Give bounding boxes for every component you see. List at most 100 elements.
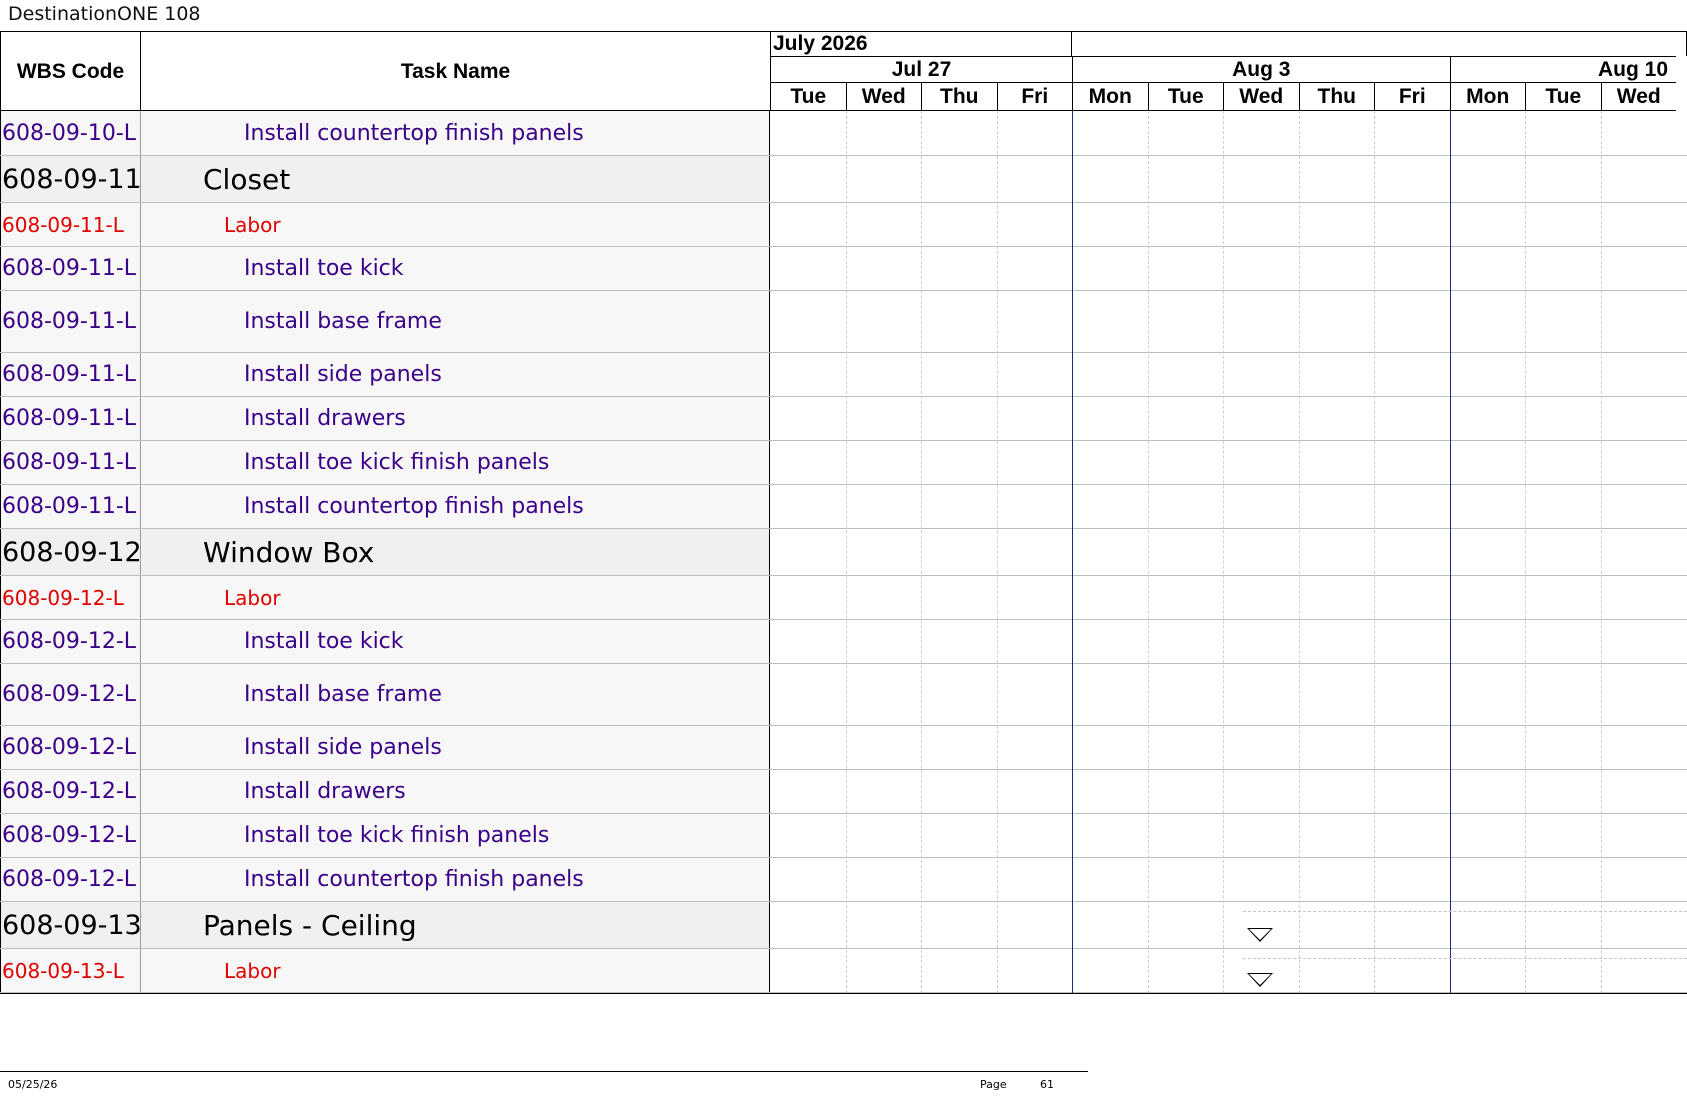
task-row[interactable]: 608-09-12-L (Install base frame [0,664,1687,726]
group-row[interactable]: 608-09-13 Panels - Ceiling [0,902,1687,949]
wbs-code-cell[interactable]: 608-09-13-L [0,949,141,992]
wbs-code-cell[interactable]: 608-09-12-L ( [0,770,141,813]
task-column-header[interactable]: Task Name [141,32,770,111]
wbs-code-cell[interactable]: 608-09-11-L ( [0,485,141,528]
timeline-row-area[interactable] [770,353,1687,396]
timeline-row-area[interactable] [770,858,1687,901]
wbs-code-cell[interactable]: 608-09-12-L ( [0,664,141,725]
timeline-row-area[interactable] [770,576,1687,619]
task-name-cell[interactable]: Labor [141,576,770,619]
labor-row[interactable]: 608-09-13-L Labor [0,949,1687,993]
day-label: Mon [1449,82,1525,111]
task-row[interactable]: 608-09-11-L (Install countertop finish p… [0,485,1687,529]
timeline-row-area[interactable] [770,664,1687,725]
timeline-row-area[interactable] [770,397,1687,440]
timeline-row-area[interactable] [770,726,1687,769]
timeline-row-area[interactable] [770,203,1687,246]
day-gridline [921,111,922,993]
task-name-cell[interactable]: Install toe kick finish panels [141,441,770,484]
task-name-cell[interactable]: Install toe kick [141,247,770,290]
day-label: Mon [1072,82,1148,111]
task-name-cell[interactable]: Install toe kick [141,620,770,663]
day-gridline [1600,111,1602,993]
sheet-bottom-border [0,993,1687,994]
wbs-code-cell[interactable]: 608-09-11-L ( [0,247,141,290]
task-name-cell[interactable]: Window Box [141,529,770,575]
task-name-cell[interactable]: Labor [141,949,770,992]
wbs-code-cell[interactable]: 608-09-12-L ( [0,858,141,901]
timeline-row-area[interactable] [770,949,1687,992]
day-label: Wed [845,82,921,111]
timeline-row-area[interactable] [770,902,1687,948]
wbs-code-cell[interactable]: 608-09-12-L ( [0,620,141,663]
timeline-row-area[interactable] [770,111,1687,155]
wbs-code-cell[interactable]: 608-09-13 [0,902,141,948]
timeline-row-area[interactable] [770,529,1687,575]
task-name-cell[interactable]: Install side panels [141,353,770,396]
wbs-code-cell[interactable]: 608-09-10-L ( [0,111,141,155]
task-name-cell[interactable]: Install countertop finish panels [141,858,770,901]
task-name-cell[interactable]: Install drawers [141,397,770,440]
task-row[interactable]: 608-09-11-L (Install toe kick [0,247,1687,291]
month-label: July 2026 [770,31,1072,56]
timeline-row-area[interactable] [770,814,1687,857]
task-name-cell[interactable]: Closet [141,156,770,202]
wbs-code-cell[interactable]: 608-09-12-L ( [0,814,141,857]
task-row[interactable]: 608-09-10-L (Install countertop finish p… [0,111,1687,156]
timeline-row-area[interactable] [770,441,1687,484]
task-name-cell[interactable]: Install toe kick finish panels [141,814,770,857]
day-label: Fri [1374,82,1450,111]
wbs-code-cell[interactable]: 608-09-11-L ( [0,291,141,352]
timeline-header: July 2026 Jul 27 Aug 3 Aug 10 Tue Wed Thu Fri Mo… [770,31,1687,111]
task-name-cell[interactable]: Install countertop finish panels [141,485,770,528]
task-name-cell[interactable]: Install side panels [141,726,770,769]
day-label: Tue [770,82,846,111]
milestone-marker-icon[interactable] [1247,927,1273,942]
day-label: Tue [1525,82,1601,111]
timeline-row-area[interactable] [770,291,1687,352]
task-row[interactable]: 608-09-12-L (Install toe kick [0,620,1687,664]
task-name-cell[interactable]: Install base frame [141,291,770,352]
wbs-code-cell[interactable]: 608-09-11-L ( [0,441,141,484]
wbs-code-cell[interactable]: 608-09-12-L ( [0,726,141,769]
wbs-code-cell[interactable]: 608-09-12-L [0,576,141,619]
timeline-row-area[interactable] [770,770,1687,813]
day-label: Wed [1223,82,1299,111]
wbs-code-cell[interactable]: 608-09-11-L ( [0,353,141,396]
task-row[interactable]: 608-09-11-L (Install toe kick finish pan… [0,441,1687,485]
task-name-cell[interactable]: Install base frame [141,664,770,725]
labor-row[interactable]: 608-09-11-L Labor [0,203,1687,247]
timeline-row-area[interactable] [770,620,1687,663]
wbs-code-cell[interactable]: 608-09-11 [0,156,141,202]
task-row[interactable]: 608-09-11-L (Install base frame [0,291,1687,353]
task-name-cell[interactable]: Install drawers [141,770,770,813]
task-row[interactable]: 608-09-12-L (Install drawers [0,770,1687,814]
footer-page-label: Page [980,1078,1007,1091]
month-label-blank [1072,31,1687,56]
timeline-row-area[interactable] [770,156,1687,202]
timeline-row-area[interactable] [770,247,1687,290]
task-row[interactable]: 608-09-11-L (Install drawers [0,397,1687,441]
timeline-row-area[interactable] [770,485,1687,528]
task-row[interactable]: 608-09-12-L (Install side panels [0,726,1687,770]
day-gridline [1298,111,1300,993]
day-label: Fri [996,82,1072,111]
task-row[interactable]: 608-09-12-L (Install toe kick finish pan… [0,814,1687,858]
group-row[interactable]: 608-09-12 Window Box [0,529,1687,576]
group-row[interactable]: 608-09-11 Closet [0,156,1687,203]
task-name-cell[interactable]: Install countertop finish panels [141,111,770,155]
wbs-code-cell[interactable]: 608-09-12 [0,529,141,575]
task-name-cell[interactable]: Panels - Ceiling [141,902,770,948]
day-gridline [1147,111,1149,993]
wbs-code-cell[interactable]: 608-09-11-L [0,203,141,246]
summary-dash-line [1243,958,1687,959]
task-row[interactable]: 608-09-12-L (Install countertop finish p… [0,858,1687,902]
wbs-column-header[interactable]: WBS Code [0,32,141,111]
wbs-code-cell[interactable]: 608-09-11-L ( [0,397,141,440]
task-name-cell[interactable]: Labor [141,203,770,246]
milestone-marker-icon[interactable] [1247,973,1273,987]
labor-row[interactable]: 608-09-12-L Labor [0,576,1687,620]
task-row[interactable]: 608-09-11-L (Install side panels [0,353,1687,397]
day-label: Thu [921,82,997,111]
footer-rule [0,1071,1088,1072]
